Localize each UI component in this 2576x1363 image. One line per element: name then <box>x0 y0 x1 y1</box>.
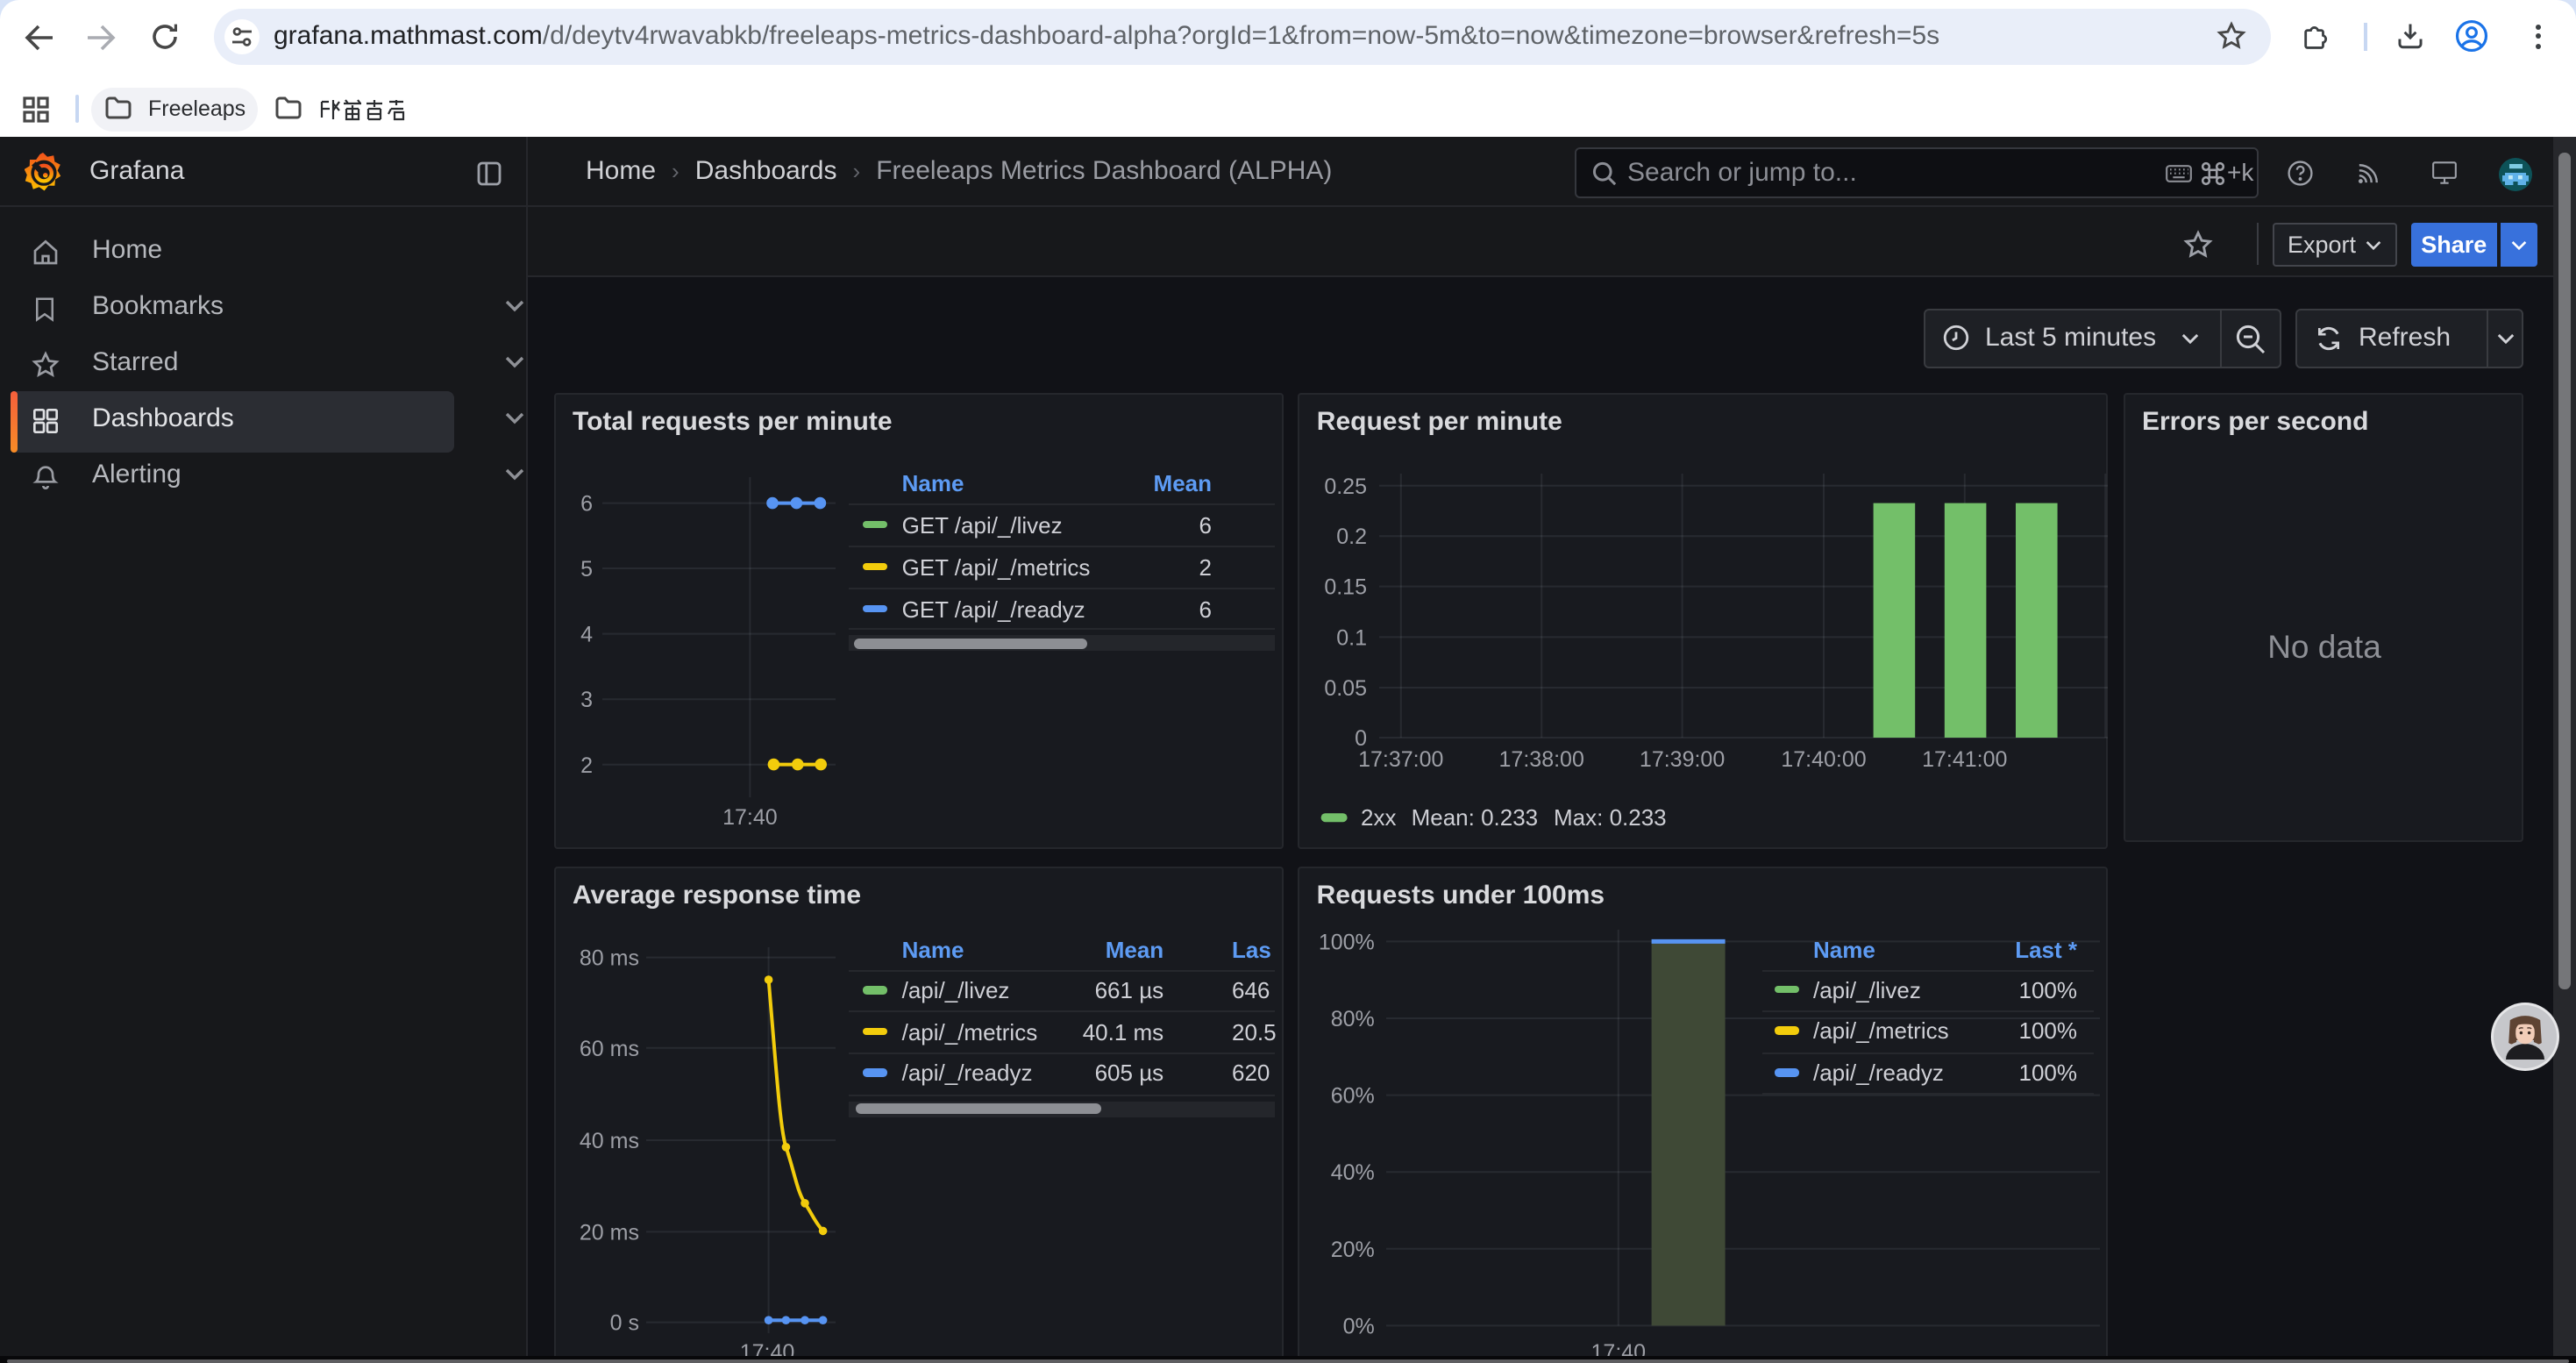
svg-text:6: 6 <box>580 492 592 517</box>
svg-text:17:40:00: 17:40:00 <box>1780 747 1865 772</box>
svg-text:0%: 0% <box>1342 1314 1374 1338</box>
svg-text:20 ms: 20 ms <box>579 1220 638 1245</box>
svg-text:17:41:00: 17:41:00 <box>1921 747 2006 772</box>
svg-text:Max: 0.233: Max: 0.233 <box>1553 804 1666 831</box>
svg-text:17:37:00: 17:37:00 <box>1357 747 1442 772</box>
svg-text:0.2: 0.2 <box>1335 525 1366 549</box>
svg-text:2: 2 <box>580 753 592 778</box>
svg-text:60%: 60% <box>1330 1084 1374 1109</box>
svg-text:0.15: 0.15 <box>1323 575 1366 600</box>
svg-text:4: 4 <box>580 623 592 647</box>
svg-text:17:39:00: 17:39:00 <box>1639 747 1724 772</box>
svg-text:60 ms: 60 ms <box>579 1037 638 1061</box>
svg-text:40 ms: 40 ms <box>579 1129 638 1153</box>
svg-text:17:38:00: 17:38:00 <box>1498 747 1583 772</box>
svg-text:2xx: 2xx <box>1360 804 1395 831</box>
svg-text:17:40: 17:40 <box>722 805 777 830</box>
svg-text:100%: 100% <box>1318 930 1374 954</box>
svg-text:20%: 20% <box>1330 1238 1374 1262</box>
svg-text:80 ms: 80 ms <box>579 946 638 971</box>
svg-text:0.1: 0.1 <box>1335 625 1366 650</box>
svg-text:40%: 40% <box>1330 1160 1374 1185</box>
svg-text:0 s: 0 s <box>609 1311 638 1336</box>
svg-text:5: 5 <box>580 557 592 582</box>
svg-text:Mean: 0.233: Mean: 0.233 <box>1411 804 1538 831</box>
svg-text:3: 3 <box>580 688 592 712</box>
svg-text:0.25: 0.25 <box>1323 475 1366 499</box>
svg-text:0.05: 0.05 <box>1323 676 1366 701</box>
svg-text:80%: 80% <box>1330 1007 1374 1031</box>
